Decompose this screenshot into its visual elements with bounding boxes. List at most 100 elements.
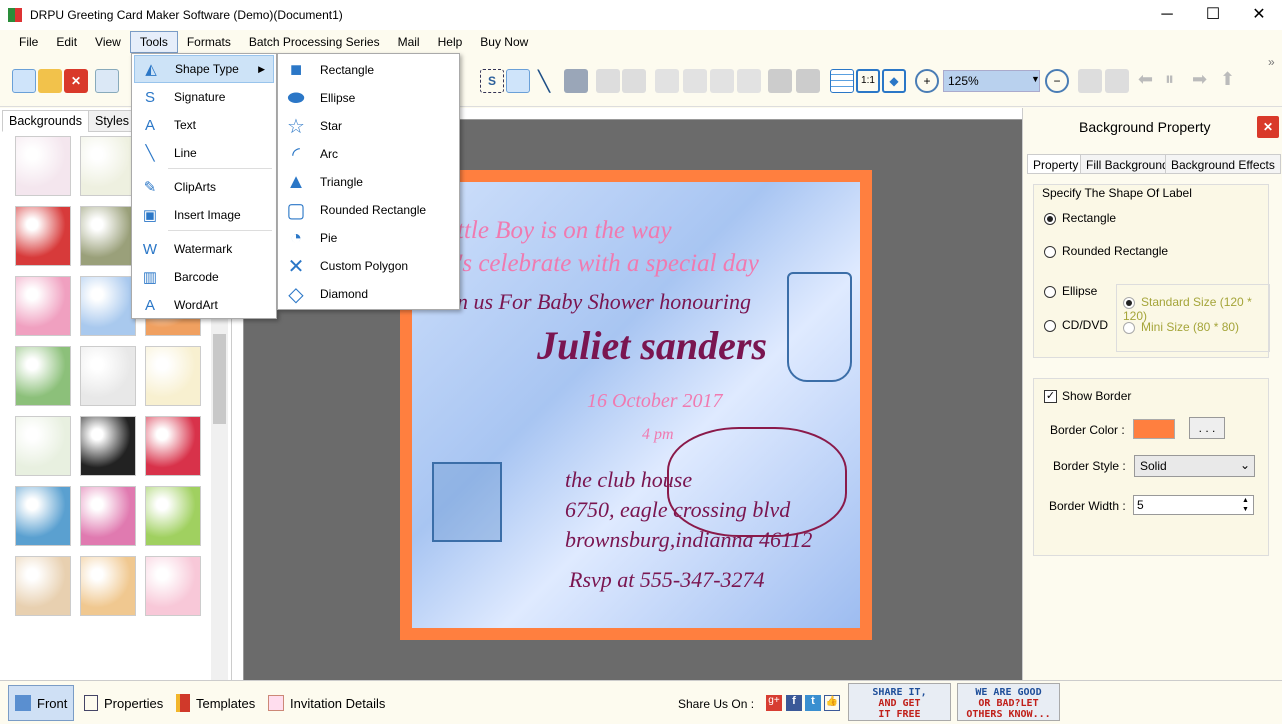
arrow-left-icon[interactable]: ⬅ [1138, 69, 1162, 93]
redo-icon[interactable] [622, 69, 646, 93]
background-thumbnail[interactable] [80, 416, 136, 476]
bring-front-icon[interactable] [768, 69, 792, 93]
radio-standard-size[interactable]: Standard Size (120 * 120) [1123, 295, 1269, 323]
tools-menu-item-text[interactable]: A Text [134, 111, 274, 139]
close-doc-icon[interactable]: ✕ [64, 69, 88, 93]
tools-menu-item-cliparts[interactable]: ✎ ClipArts [134, 173, 274, 201]
shape-menu-item-diamond[interactable]: ◇ Diamond [280, 280, 457, 308]
templates-button[interactable]: Templates [170, 685, 261, 721]
maximize-button[interactable]: ☐ [1190, 0, 1236, 30]
minimize-button[interactable]: ─ [1144, 0, 1190, 30]
zoom-in-icon[interactable]: + [915, 69, 939, 93]
feedback-promo-banner[interactable]: WE ARE GOOD OR BAD?LET OTHERS KNOW... [957, 683, 1060, 721]
gift-box-image[interactable] [432, 462, 502, 542]
background-thumbnail[interactable] [15, 556, 71, 616]
tools-menu-item-wordart[interactable]: A WordArt [134, 291, 274, 319]
radio-rectangle[interactable]: Rectangle [1044, 211, 1116, 225]
save-icon[interactable] [95, 69, 119, 93]
line-tool-icon[interactable]: ╲ [532, 69, 556, 93]
radio-mini-size[interactable]: Mini Size (80 * 80) [1123, 320, 1239, 334]
radio-cd-dvd[interactable]: CD/DVD [1044, 318, 1108, 332]
share-promo-banner[interactable]: SHARE IT, AND GET IT FREE [848, 683, 951, 721]
background-thumbnail[interactable] [145, 416, 201, 476]
chevron-down-icon[interactable]: ▼ [1031, 74, 1040, 84]
database-icon[interactable] [564, 69, 588, 93]
shape-menu-item-pie[interactable]: ◔ Pie [280, 224, 457, 252]
actual-size-icon[interactable]: 1:1 [856, 69, 880, 93]
tools-menu-item-watermark[interactable]: W Watermark [134, 235, 274, 263]
fit-icon[interactable]: ◆ [882, 69, 906, 93]
flip-icon[interactable]: ⏸ [1165, 69, 1189, 93]
menu-formats[interactable]: Formats [178, 32, 240, 52]
card-time[interactable]: 4 pm [642, 426, 674, 444]
radio-rounded-rectangle[interactable]: Rounded Rectangle [1044, 244, 1168, 258]
grid-icon[interactable] [830, 69, 854, 93]
menu-mail[interactable]: Mail [389, 32, 429, 52]
menu-tools[interactable]: Tools [129, 31, 178, 53]
send-back-icon[interactable] [796, 69, 820, 93]
border-color-swatch[interactable] [1133, 419, 1175, 439]
cut-icon[interactable] [655, 69, 679, 93]
shape-menu-item-rectangle[interactable]: ■ Rectangle [280, 56, 457, 84]
show-border-checkbox[interactable]: ✓ Show Border [1044, 389, 1131, 404]
undo-icon[interactable] [596, 69, 620, 93]
background-thumbnail[interactable] [80, 206, 136, 266]
facebook-icon[interactable]: f [786, 695, 802, 711]
menu-batch[interactable]: Batch Processing Series [240, 32, 389, 52]
background-thumbnail[interactable] [145, 486, 201, 546]
border-width-input[interactable]: 5 [1133, 495, 1254, 515]
card-line-3[interactable]: n us For Baby Shower honouring [457, 289, 751, 315]
background-thumbnail[interactable] [80, 136, 136, 196]
background-thumbnail[interactable] [80, 486, 136, 546]
background-thumbnail[interactable] [15, 276, 71, 336]
shape-menu-item-custom-polygon[interactable]: ✕ Custom Polygon [280, 252, 457, 280]
tools-menu-item-barcode[interactable]: ▥ Barcode [134, 263, 274, 291]
front-button[interactable]: Front [8, 685, 75, 721]
twitter-icon[interactable]: t [805, 695, 821, 711]
tools-menu-item-line[interactable]: ╲ Line [134, 139, 274, 167]
tools-menu-item-signature[interactable]: S Signature [134, 83, 274, 111]
new-icon[interactable] [12, 69, 36, 93]
background-thumbnail[interactable] [80, 556, 136, 616]
close-button[interactable]: ✕ [1236, 0, 1282, 30]
card-rsvp[interactable]: Rsvp at 555-347-3274 [569, 567, 765, 593]
menu-edit[interactable]: Edit [47, 32, 86, 52]
background-thumbnail[interactable] [80, 276, 136, 336]
border-width-spinner[interactable]: ▲ ▼ [1238, 496, 1253, 514]
unlock-icon[interactable] [1105, 69, 1129, 93]
card-name[interactable]: Juliet sanders [537, 322, 767, 369]
teddy-bears-image[interactable] [667, 427, 847, 537]
browse-color-button[interactable]: . . . [1189, 417, 1225, 439]
zoom-out-icon[interactable]: − [1045, 69, 1069, 93]
delete-icon[interactable] [737, 69, 761, 93]
mail-icon[interactable] [506, 69, 530, 93]
background-thumbnail[interactable] [145, 556, 201, 616]
tab-background-effects[interactable]: Background Effects [1165, 154, 1281, 174]
paste-icon[interactable] [710, 69, 734, 93]
lock-icon[interactable] [1078, 69, 1102, 93]
menu-view[interactable]: View [86, 32, 130, 52]
menu-buy-now[interactable]: Buy Now [471, 32, 537, 52]
card-line-2[interactable]: 's celebrate with a special day [457, 250, 759, 278]
menu-file[interactable]: File [10, 32, 47, 52]
tab-backgrounds[interactable]: Backgrounds [2, 110, 89, 132]
background-thumbnail[interactable] [15, 346, 71, 406]
background-thumbnail[interactable] [15, 416, 71, 476]
card-line-1[interactable]: ttle Boy is on the way [457, 217, 672, 245]
border-style-select[interactable]: Solid ⌄ [1134, 455, 1255, 477]
greeting-card[interactable]: ttle Boy is on the way 's celebrate with… [400, 170, 872, 640]
zoom-select[interactable]: 125% [943, 70, 1040, 92]
shape-menu-item-star[interactable]: ☆ Star [280, 112, 457, 140]
background-thumbnail[interactable] [80, 346, 136, 406]
shape-menu-item-rounded-rectangle[interactable]: ▢ Rounded Rectangle [280, 196, 457, 224]
like-icon[interactable]: 👍 [824, 695, 840, 711]
properties-button[interactable]: Properties [78, 685, 169, 721]
arrow-up-icon[interactable]: ⬆ [1220, 69, 1244, 93]
shape-menu-item-ellipse[interactable]: ⬬ Ellipse [280, 84, 457, 112]
shape-menu-item-arc[interactable]: ◜ Arc [280, 140, 457, 168]
invitation-details-button[interactable]: Invitation Details [262, 685, 391, 721]
panel-close-icon[interactable]: ✕ [1257, 116, 1279, 138]
background-thumbnail[interactable] [145, 346, 201, 406]
card-date[interactable]: 16 October 2017 [587, 390, 723, 413]
open-icon[interactable] [38, 69, 62, 93]
